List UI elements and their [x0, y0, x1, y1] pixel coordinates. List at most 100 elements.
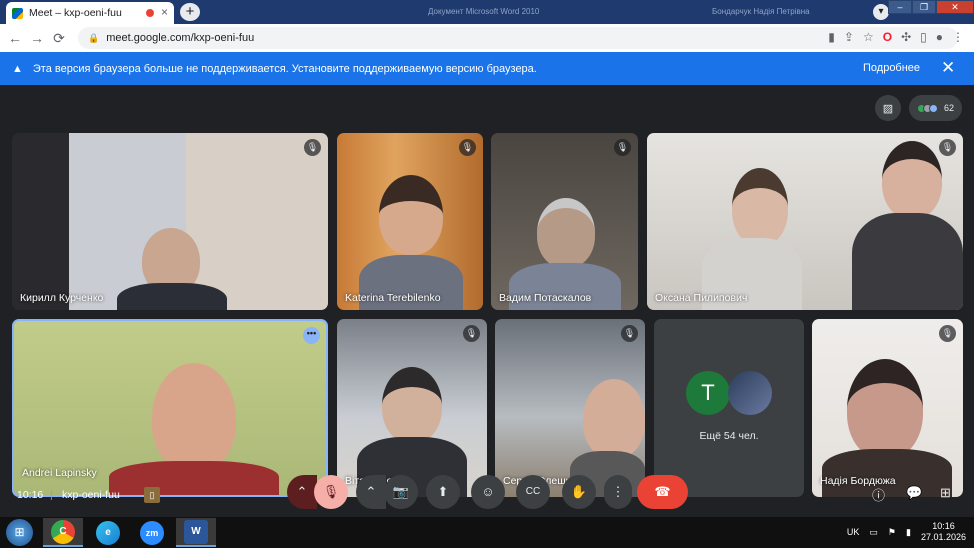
- clock[interactable]: 10:16 27.01.2026: [921, 521, 966, 543]
- screen: Meet – kxp-oeni-fuu × + Документ Microso…: [0, 0, 974, 548]
- avatar-photo: [728, 371, 772, 415]
- address-bar[interactable]: 🔒 meet.google.com/kxp-oeni-fuu: [78, 27, 958, 49]
- audio-options-button[interactable]: ⌃: [287, 475, 317, 509]
- network-icon[interactable]: ▭: [869, 527, 878, 538]
- taskbar-edge[interactable]: e: [88, 518, 128, 547]
- participant-tile[interactable]: 🎙 Сергій Олешко...: [495, 319, 645, 497]
- participant-tile[interactable]: 🎙 Кирилл Курченко: [12, 133, 328, 310]
- participant-video: [847, 359, 923, 459]
- maximize-button[interactable]: ❐: [912, 0, 936, 14]
- video-options-button[interactable]: ⌃: [356, 475, 386, 509]
- emoji-button[interactable]: ☺: [471, 475, 505, 509]
- participant-video: [382, 367, 442, 443]
- participant-name: Вадим Потаскалов: [499, 292, 592, 304]
- tab-strip: Meet – kxp-oeni-fuu × + Документ Microso…: [0, 0, 974, 24]
- zoom-icon: zm: [140, 520, 164, 545]
- info-icon[interactable]: ⓘ: [872, 485, 885, 504]
- microphone-button[interactable]: 🎙: [314, 475, 348, 509]
- meet-stage: ▨ 62 🎙 Кирилл Курченко 🎙 Katerina Terebi…: [0, 85, 974, 517]
- start-button[interactable]: ⊞: [6, 519, 33, 546]
- window-user: Бондарчук Надія Петрівна: [712, 7, 810, 16]
- raise-hand-button[interactable]: ✋: [562, 475, 596, 509]
- separator: |: [50, 489, 53, 501]
- tray-time: 10:16: [932, 521, 955, 531]
- warning-icon: ▲: [12, 62, 23, 75]
- mic-off-icon: 🎙: [304, 139, 321, 156]
- participant-dots-icon: [916, 103, 938, 113]
- participant-video: [583, 379, 645, 459]
- banner-message: Эта версия браузера больше не поддержива…: [32, 62, 537, 75]
- taskbar-zoom[interactable]: zm: [132, 518, 172, 547]
- tile-more-options-button[interactable]: •••: [303, 327, 320, 344]
- layout-toggle-icon[interactable]: ▨: [874, 95, 901, 121]
- share-icon[interactable]: ⇪: [844, 30, 854, 44]
- end-call-button[interactable]: ☎: [637, 475, 688, 509]
- edge-icon: e: [96, 520, 120, 545]
- participant-tile[interactable]: 🎙 Katerina Terebilenko: [337, 133, 483, 310]
- activities-icon[interactable]: ⊞: [940, 485, 951, 501]
- mic-off-icon: 🎙: [463, 325, 480, 342]
- tray-date: 27.01.2026: [920, 532, 966, 542]
- participant-video: [379, 175, 443, 255]
- meeting-code: kxp-oeni-fuu: [62, 489, 120, 501]
- taskbar-chrome[interactable]: C: [43, 518, 83, 547]
- banner-close-icon[interactable]: ✕: [941, 58, 955, 78]
- camera-button[interactable]: 📷: [384, 475, 418, 509]
- others-avatars: T: [654, 371, 804, 415]
- url-text[interactable]: meet.google.com/kxp-oeni-fuu: [106, 32, 254, 44]
- chrome-menu-icon[interactable]: ⋮: [952, 30, 964, 44]
- reload-icon[interactable]: ⟳: [48, 30, 70, 47]
- chat-icon[interactable]: 💬: [906, 485, 922, 501]
- flag-icon[interactable]: ⚑: [888, 527, 896, 538]
- others-tile[interactable]: T Ещё 54 чел.: [654, 319, 804, 497]
- more-options-button[interactable]: ⋮: [604, 475, 632, 509]
- lock-icon[interactable]: 🔒: [88, 33, 99, 44]
- participant-name: Кирилл Курченко: [20, 292, 104, 304]
- participant-video: [882, 141, 942, 219]
- participant-tile[interactable]: 🎙 Віта Ворот...: [337, 319, 487, 497]
- battery-icon[interactable]: ▮: [906, 527, 911, 538]
- tab-search-icon[interactable]: ▾: [873, 4, 889, 20]
- opera-extension-icon[interactable]: O: [883, 30, 892, 44]
- browser-toolbar: ← → ⟳ 🔒 meet.google.com/kxp-oeni-fuu ▮ ⇪…: [0, 24, 974, 52]
- new-tab-button[interactable]: +: [180, 3, 200, 21]
- participant-tile[interactable]: 🎙 Оксана Пилипович: [647, 133, 963, 310]
- others-count-label: Ещё 54 чел.: [699, 430, 759, 442]
- mic-off-icon: 🎙: [614, 139, 631, 156]
- bookmark-star-icon[interactable]: ☆: [863, 30, 874, 44]
- captions-button[interactable]: CC: [516, 475, 550, 509]
- participant-tile-active[interactable]: ••• Andrei Lapinsky: [12, 319, 328, 497]
- profile-icon[interactable]: ●: [936, 30, 943, 44]
- minimize-button[interactable]: –: [888, 0, 912, 14]
- activity-badge-icon: ▯: [144, 487, 160, 503]
- participant-tile[interactable]: 🎙 Надія Бордюжа: [812, 319, 963, 497]
- present-screen-button[interactable]: ⬆: [426, 475, 460, 509]
- participant-tile[interactable]: 🎙 Вадим Потаскалов: [491, 133, 638, 310]
- participant-video: [732, 168, 788, 246]
- sidepanel-icon[interactable]: ▯: [920, 30, 927, 44]
- taskbar-word[interactable]: W: [176, 518, 216, 547]
- tab-close-icon[interactable]: ×: [161, 5, 168, 19]
- camera-indicator-icon[interactable]: ▮: [828, 30, 835, 44]
- mic-off-icon: 🎙: [939, 139, 956, 156]
- participant-video: [152, 363, 236, 473]
- word-icon: W: [184, 519, 208, 544]
- language-indicator[interactable]: UK: [847, 527, 860, 537]
- toolbar-icons: ▮ ⇪ ☆ O ✣ ▯ ● ⋮: [828, 30, 964, 44]
- tab-meet[interactable]: Meet – kxp-oeni-fuu ×: [6, 2, 174, 24]
- unsupported-browser-banner: ▲ Эта версия браузера больше не поддержи…: [0, 52, 974, 85]
- system-tray: UK ▭ ⚑ ▮ 10:16 27.01.2026: [847, 521, 966, 543]
- learn-more-link[interactable]: Подробнее: [863, 62, 920, 74]
- extensions-icon[interactable]: ✣: [901, 30, 911, 44]
- participant-name: Katerina Terebilenko: [345, 292, 441, 304]
- window-controls: – ❐ ✕: [888, 0, 974, 14]
- tab-title: Meet – kxp-oeni-fuu: [29, 7, 122, 19]
- top-right-controls: ▨ 62: [874, 95, 962, 121]
- people-count-button[interactable]: 62: [908, 95, 962, 121]
- mic-off-icon: 🎙: [939, 325, 956, 342]
- forward-icon[interactable]: →: [26, 30, 48, 46]
- meet-favicon-icon: [12, 7, 23, 19]
- back-icon[interactable]: ←: [4, 30, 26, 46]
- window-title: Документ Microsoft Word 2010: [428, 7, 540, 16]
- window-close-button[interactable]: ✕: [936, 0, 974, 14]
